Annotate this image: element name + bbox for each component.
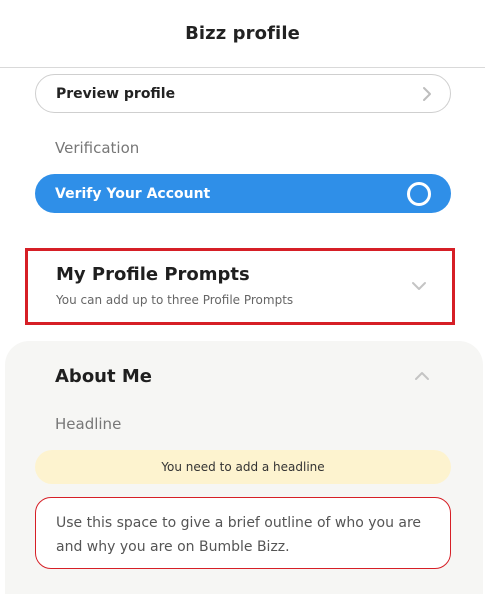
- verification-section-label: Verification: [55, 139, 140, 157]
- preview-profile-label: Preview profile: [56, 85, 176, 102]
- about-me-panel: About Me Headline You need to add a head…: [5, 341, 483, 594]
- profile-prompts-title: My Profile Prompts: [56, 264, 250, 285]
- chevron-right-icon: [423, 87, 431, 101]
- verify-account-label: Verify Your Account: [55, 185, 211, 202]
- about-me-title: About Me: [55, 366, 152, 387]
- profile-prompts-subtitle: You can add up to three Profile Prompts: [56, 293, 294, 307]
- preview-profile-button[interactable]: Preview profile: [35, 74, 451, 113]
- page-title: Bizz profile: [185, 23, 300, 44]
- circle-icon: [407, 182, 431, 206]
- profile-prompts-card[interactable]: My Profile Prompts You can add up to thr…: [25, 248, 455, 325]
- headline-warning-banner: You need to add a headline: [35, 450, 451, 484]
- verify-account-button[interactable]: Verify Your Account: [35, 174, 451, 213]
- bizz-profile-screen: Bizz profile Preview profile Verificatio…: [0, 0, 485, 594]
- chevron-up-icon[interactable]: [413, 370, 431, 382]
- header: Bizz profile: [0, 0, 485, 68]
- about-me-placeholder: Use this space to give a brief outline o…: [56, 515, 422, 555]
- about-me-textarea[interactable]: Use this space to give a brief outline o…: [35, 497, 451, 569]
- chevron-down-icon: [412, 282, 426, 290]
- headline-label: Headline: [55, 415, 122, 433]
- headline-warning-text: You need to add a headline: [161, 460, 325, 474]
